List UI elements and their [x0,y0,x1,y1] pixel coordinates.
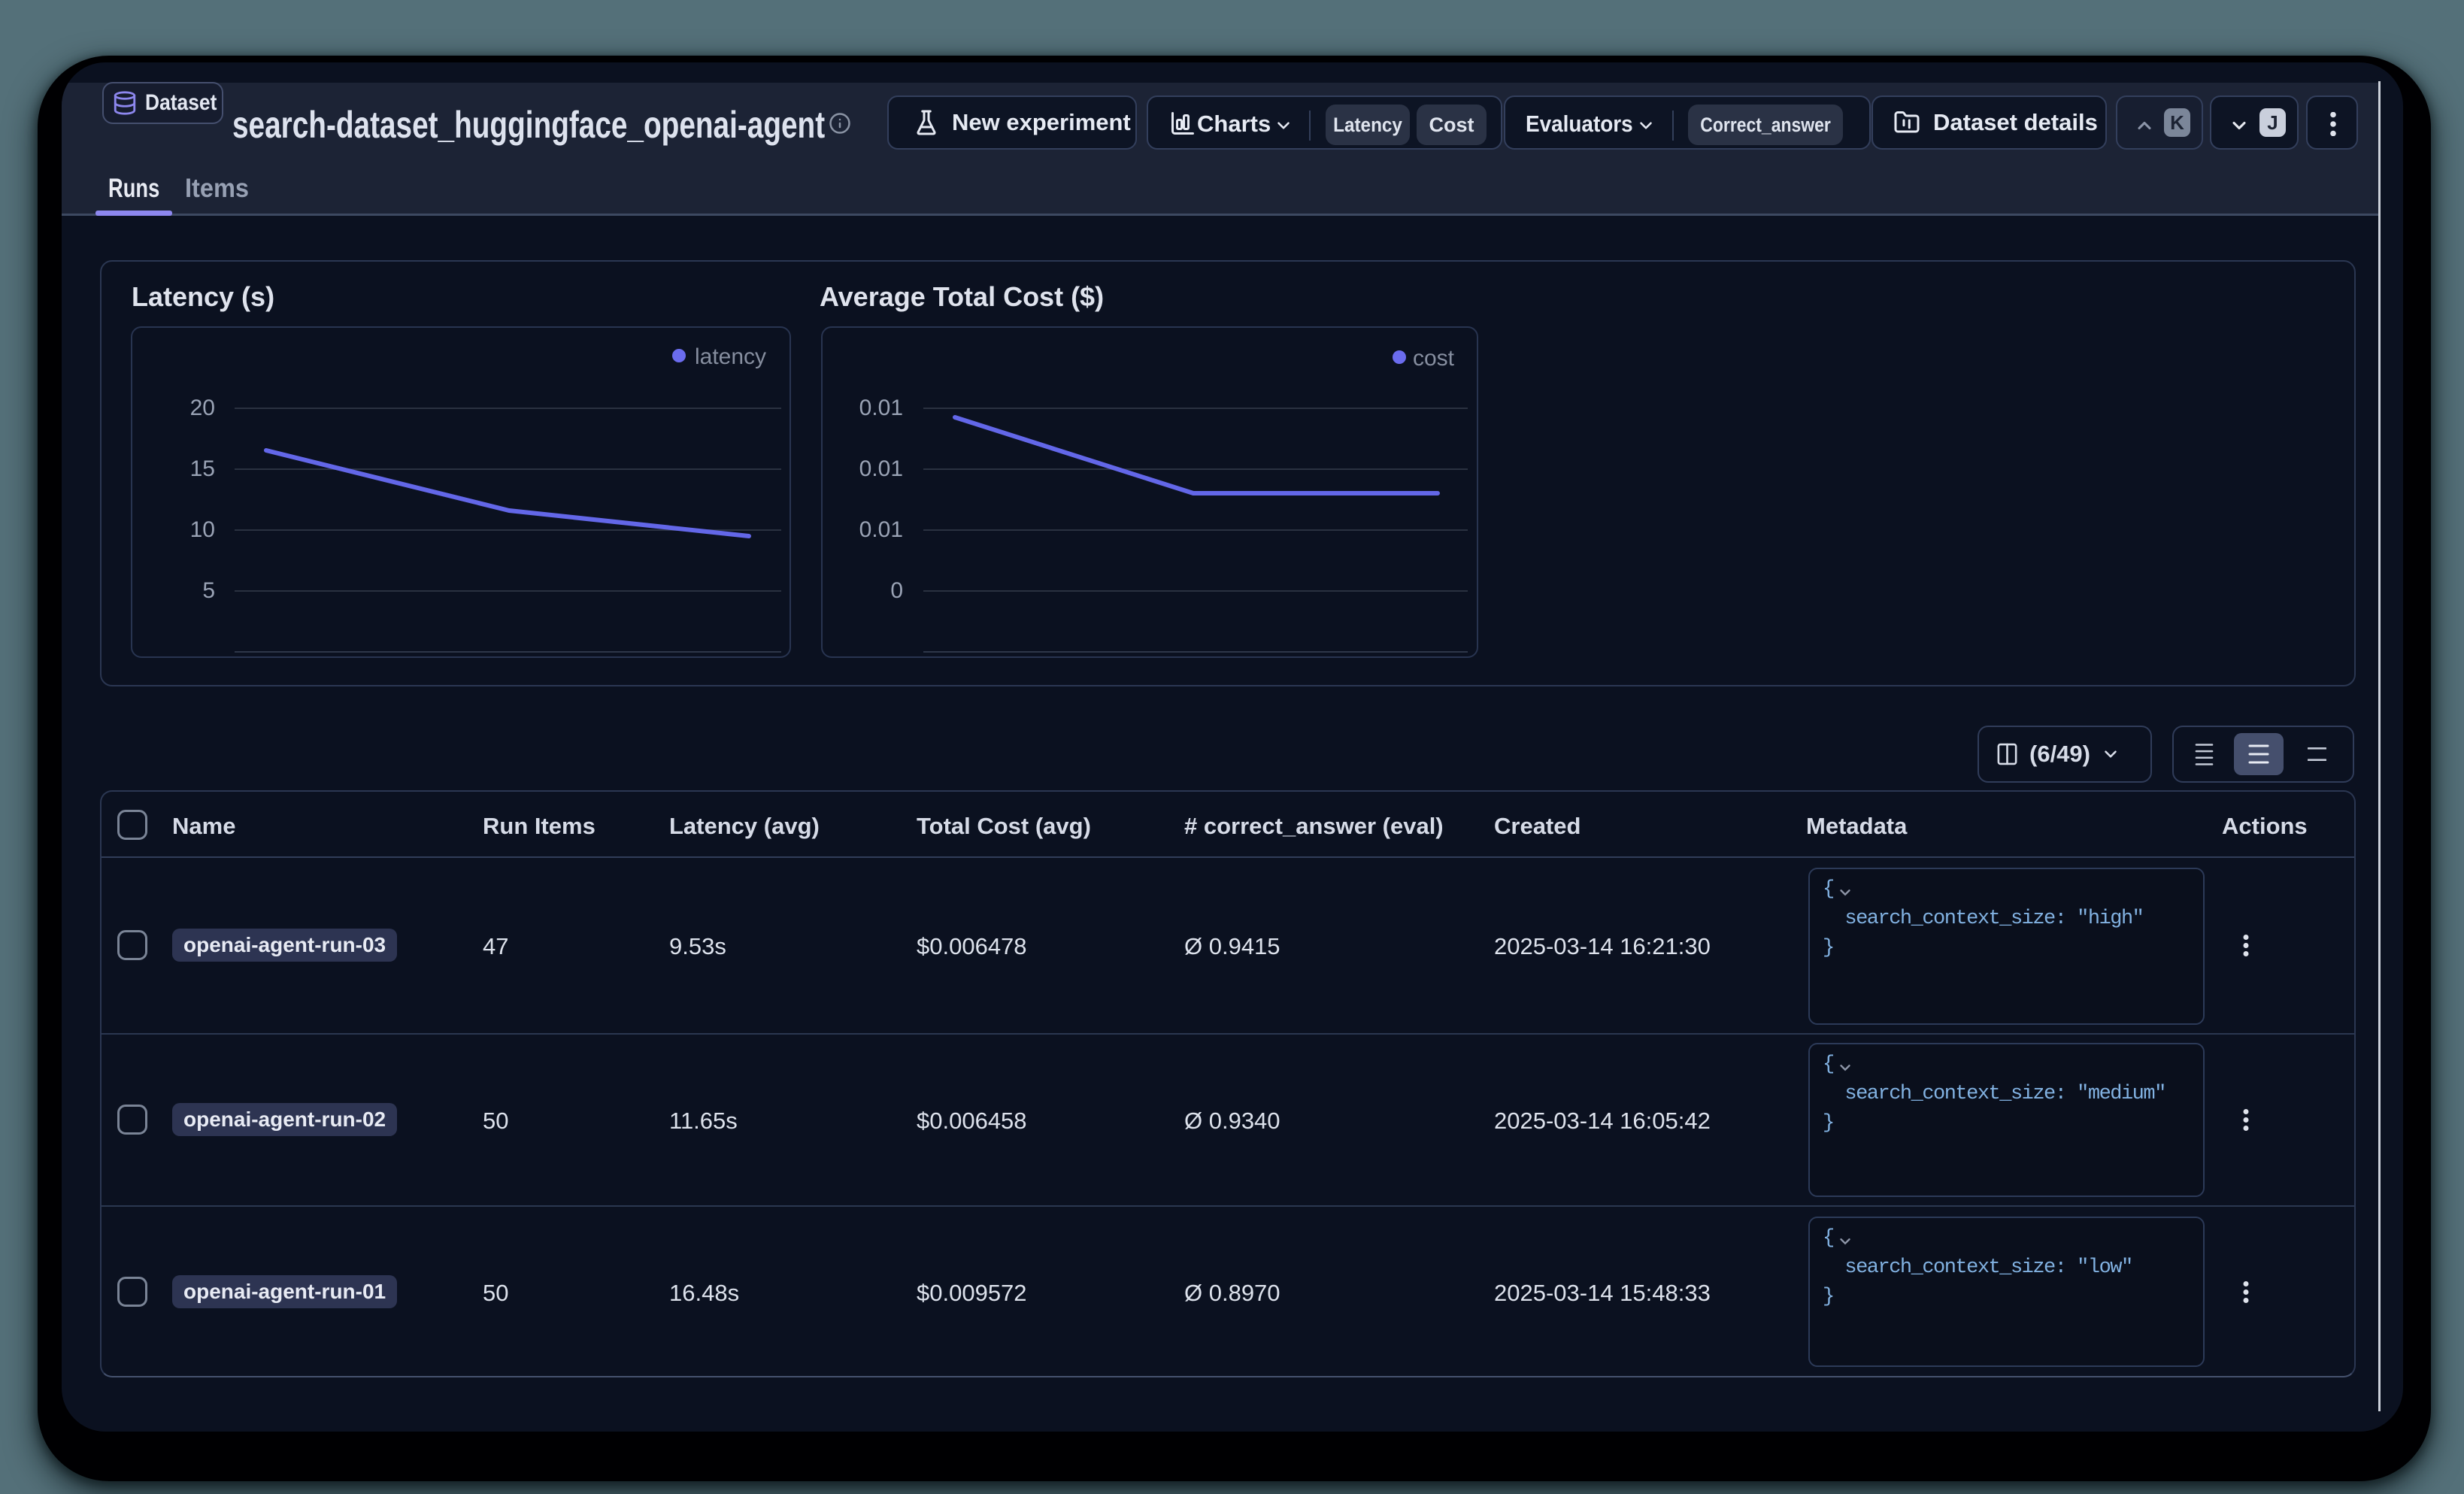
svg-text:5: 5 [202,578,215,603]
svg-text:0.01: 0.01 [859,395,903,420]
svg-text:15: 15 [190,456,215,481]
svg-text:latency: latency [695,344,766,369]
svg-text:10: 10 [190,517,215,542]
svg-text:0.01: 0.01 [859,456,903,481]
svg-text:0: 0 [890,578,903,603]
svg-text:cost: cost [1413,346,1455,371]
svg-text:0.01: 0.01 [859,517,903,542]
svg-text:20: 20 [190,395,215,420]
